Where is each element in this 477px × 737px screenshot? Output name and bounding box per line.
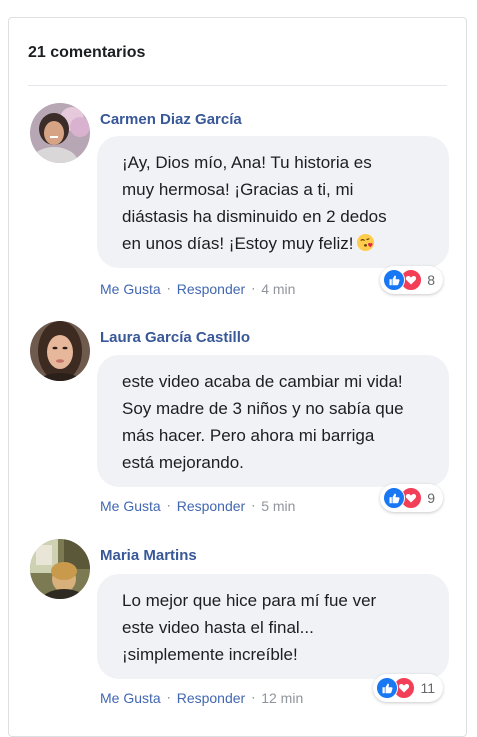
comment-timestamp: 12 min (261, 690, 304, 706)
reply-link[interactable]: Responder (177, 690, 246, 706)
comment-text-line: este video acaba de cambiar mi vida! (122, 372, 403, 391)
reaction-summary[interactable]: 9 (380, 484, 443, 512)
comment-actions: Me Gusta · Responder · 5 min (100, 498, 295, 514)
comment-text-line: más hacer. Pero ahora mi barriga (122, 426, 375, 445)
comment-text-line: ¡simplemente increíble! (122, 645, 298, 664)
comment-text-line: muy hermosa! ¡Gracias a ti, mi (122, 180, 354, 199)
comment-author[interactable]: Laura García Castillo (100, 329, 250, 346)
comment-bubble: ¡Ay, Dios mío, Ana! Tu historia es muy h… (97, 136, 449, 268)
reaction-count: 9 (427, 490, 435, 506)
like-icon (383, 269, 406, 291)
like-link[interactable]: Me Gusta (100, 498, 161, 514)
separator-dot: · (251, 281, 256, 295)
reaction-count: 11 (420, 680, 435, 696)
comment-text-line: diástasis ha disminuido en 2 dedos (122, 207, 387, 226)
comment-text-line: este video hasta el final... (122, 618, 314, 637)
comment-timestamp: 4 min (261, 281, 296, 297)
comment-text-line: Lo mejor que hice para mí fue ver (122, 591, 377, 610)
comment-author[interactable]: Maria Martins (100, 547, 197, 564)
separator-dot: · (251, 498, 256, 512)
separator-dot: · (166, 281, 171, 295)
comment-actions: Me Gusta · Responder · 4 min (100, 281, 295, 297)
like-link[interactable]: Me Gusta (100, 690, 161, 706)
comment-text-line: ¡Ay, Dios mío, Ana! Tu historia es (122, 153, 372, 172)
like-icon (383, 487, 406, 509)
avatar[interactable] (30, 539, 90, 599)
reply-link[interactable]: Responder (177, 498, 246, 514)
comment-bubble: este video acaba de cambiar mi vida! Soy… (97, 355, 449, 487)
reaction-count: 8 (427, 272, 435, 288)
divider (28, 85, 447, 86)
separator-dot: · (166, 498, 171, 512)
comment-author[interactable]: Carmen Diaz García (100, 111, 242, 128)
avatar[interactable] (30, 321, 90, 381)
comments-panel: 21 comentarios Carmen Diaz García ¡Ay, D… (8, 17, 467, 737)
reaction-summary[interactable]: 8 (380, 266, 443, 294)
comment-text-line: en unos días! ¡Estoy muy feliz! (122, 230, 429, 260)
comment-text-line: está mejorando. (122, 453, 244, 472)
comment-count-heading: 21 comentarios (28, 44, 146, 61)
avatar[interactable] (30, 103, 90, 163)
face-blowing-kiss-icon (356, 233, 375, 260)
reaction-summary[interactable]: 11 (373, 674, 443, 702)
separator-dot: · (251, 690, 256, 704)
comment-text-line: Soy madre de 3 niños y no sabía que (122, 399, 404, 418)
separator-dot: · (166, 690, 171, 704)
comment-actions: Me Gusta · Responder · 12 min (100, 690, 303, 706)
like-link[interactable]: Me Gusta (100, 281, 161, 297)
reply-link[interactable]: Responder (177, 281, 246, 297)
comment-timestamp: 5 min (261, 498, 296, 514)
comment-bubble: Lo mejor que hice para mí fue ver este v… (97, 574, 449, 679)
